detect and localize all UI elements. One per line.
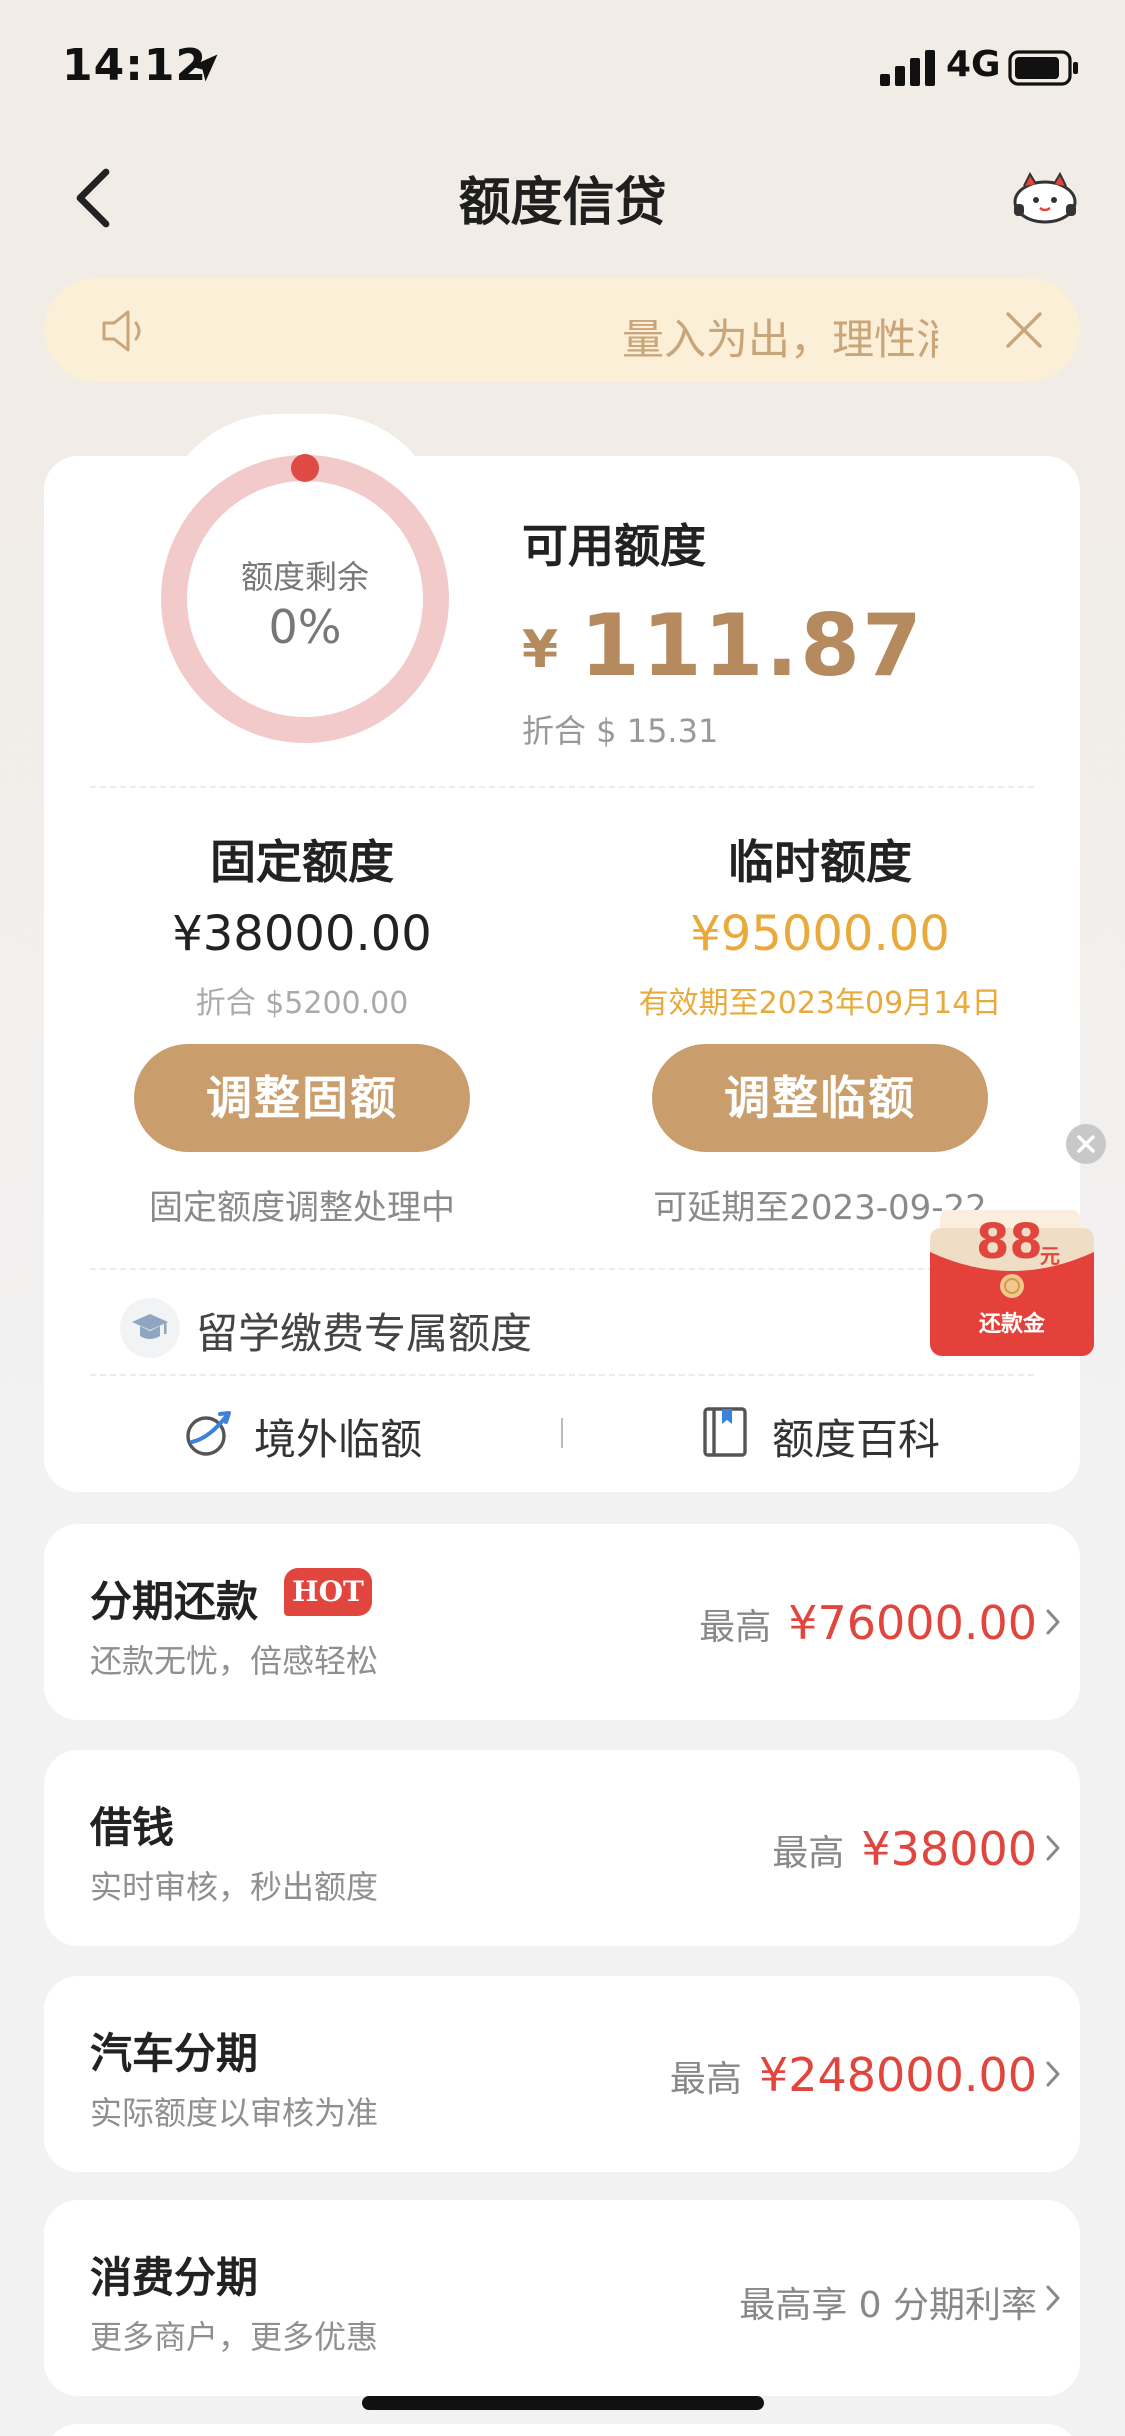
product-subtitle: 更多商户，更多优惠 (90, 2318, 379, 2356)
divider (90, 1374, 1034, 1376)
fixed-credit-converted: 折合 $5200.00 (195, 986, 409, 1021)
max-amount: ¥248000.00 (758, 2048, 1037, 2102)
adjust-fixed-credit-button[interactable]: 调整固额 (134, 1044, 470, 1152)
page-title: 额度信贷 (458, 173, 667, 233)
fixed-credit-title: 固定额度 (210, 835, 394, 889)
product-max-amount: 最高 ¥38000 (772, 1822, 1037, 1876)
fixed-credit-amount: ¥38000.00 (172, 906, 432, 962)
ring-progress-dot (291, 454, 319, 482)
speaker-icon (102, 310, 141, 352)
next-product-card (44, 2424, 1080, 2436)
chevron-right-icon (1046, 1609, 1060, 1635)
product-title: 分期还款 (90, 1577, 259, 1626)
divider (90, 1268, 1034, 1270)
max-amount: ¥38000 (861, 1822, 1037, 1876)
close-icon (1077, 1135, 1095, 1153)
location-arrow-icon (190, 54, 218, 82)
study-abroad-credit-link[interactable]: 留学缴费专属额度 (196, 1300, 532, 1361)
available-credit-amount: 111.87 (580, 596, 924, 696)
chevron-right-icon (1046, 1835, 1060, 1861)
max-label: 最高 (699, 1607, 772, 1648)
credit-encyclopedia-link[interactable]: 额度百科 (772, 1406, 940, 1467)
overseas-temp-credit-link[interactable]: 境外临额 (254, 1406, 422, 1467)
product-max-amount: 最高 ¥76000.00 (699, 1596, 1037, 1650)
network-type: 4G (946, 44, 1001, 85)
product-title: 借钱 (90, 1803, 175, 1852)
fixed-credit-note: 固定额度调整处理中 (149, 1188, 455, 1228)
available-currency: ¥ (522, 620, 559, 680)
remaining-ring-chart (161, 454, 449, 743)
temp-credit-validity: 有效期至2023年09月14日 (638, 986, 1002, 1021)
product-subtitle: 实际额度以审核为准 (90, 2094, 379, 2132)
home-indicator[interactable] (362, 2396, 764, 2410)
red-packet-close-button[interactable] (1066, 1124, 1106, 1164)
product-title: 汽车分期 (90, 2029, 259, 2078)
red-packet-unit: 元 (1040, 1244, 1060, 1268)
available-credit-label: 可用额度 (522, 519, 706, 573)
ring-label: 额度剩余 (240, 558, 369, 596)
plane-globe-icon (186, 1411, 231, 1456)
zero-interest-text: 最高享 0 分期利率 (739, 2285, 1037, 2326)
red-packet-amount: 88 (976, 1214, 1043, 1270)
chevron-right-icon (1046, 2061, 1060, 2087)
product-max-amount: 最高 ¥248000.00 (670, 2048, 1037, 2102)
temp-credit-amount: ¥95000.00 (690, 906, 950, 962)
mascot-service-icon[interactable] (1010, 168, 1080, 226)
red-packet-label: 还款金 (978, 1312, 1045, 1337)
book-icon (703, 1407, 747, 1457)
signal-icon (880, 50, 935, 86)
hot-badge: HOT (284, 1568, 372, 1616)
notice-text: 量入为出，理性消费 (622, 315, 938, 362)
battery-icon (1008, 50, 1078, 86)
close-icon[interactable] (1004, 310, 1044, 350)
chevron-right-icon (1046, 2285, 1060, 2311)
product-subtitle: 实时审核，秒出额度 (90, 1868, 379, 1906)
product-subtitle: 还款无忧，倍感轻松 (90, 1642, 379, 1680)
max-amount: ¥76000.00 (788, 1596, 1037, 1650)
link-divider (561, 1418, 563, 1448)
ring-value: 0% (268, 600, 342, 654)
available-credit-converted: 折合 $ 15.31 (522, 712, 719, 750)
product-title: 消费分期 (90, 2253, 259, 2302)
graduation-cap-icon (132, 1314, 168, 1339)
divider (90, 786, 1034, 788)
max-label: 最高 (669, 2059, 742, 2100)
temp-credit-title: 临时额度 (728, 835, 912, 889)
max-label: 最高 (772, 1833, 845, 1874)
adjust-temp-credit-button[interactable]: 调整临额 (652, 1044, 988, 1152)
